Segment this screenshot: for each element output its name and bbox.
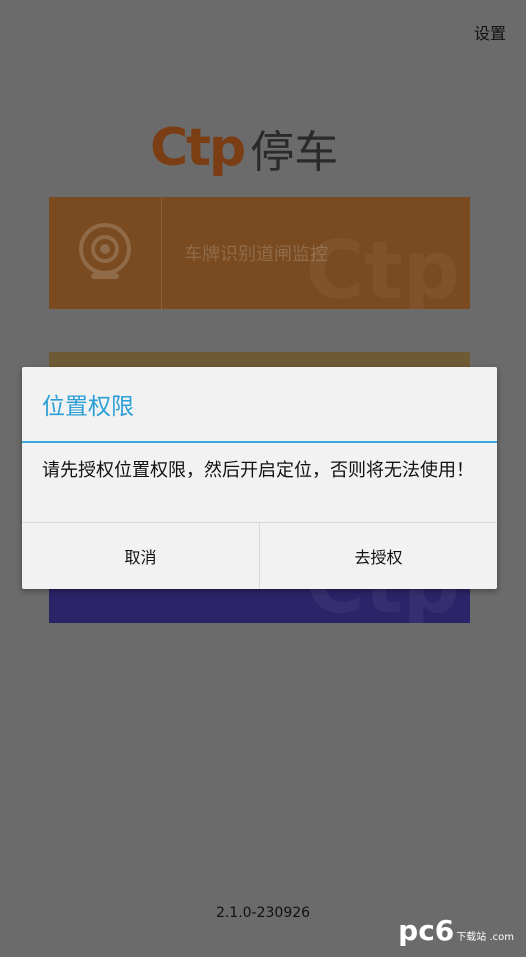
dialog-title: 位置权限 [22, 367, 497, 443]
location-permission-dialog: 位置权限 请先授权位置权限，然后开启定位，否则将无法使用！ 取消 去授权 [22, 367, 497, 589]
cancel-button[interactable]: 取消 [22, 523, 259, 589]
dialog-button-bar: 取消 去授权 [22, 522, 497, 589]
dialog-message: 请先授权位置权限，然后开启定位，否则将无法使用！ [42, 460, 474, 481]
authorize-button[interactable]: 去授权 [259, 523, 497, 589]
